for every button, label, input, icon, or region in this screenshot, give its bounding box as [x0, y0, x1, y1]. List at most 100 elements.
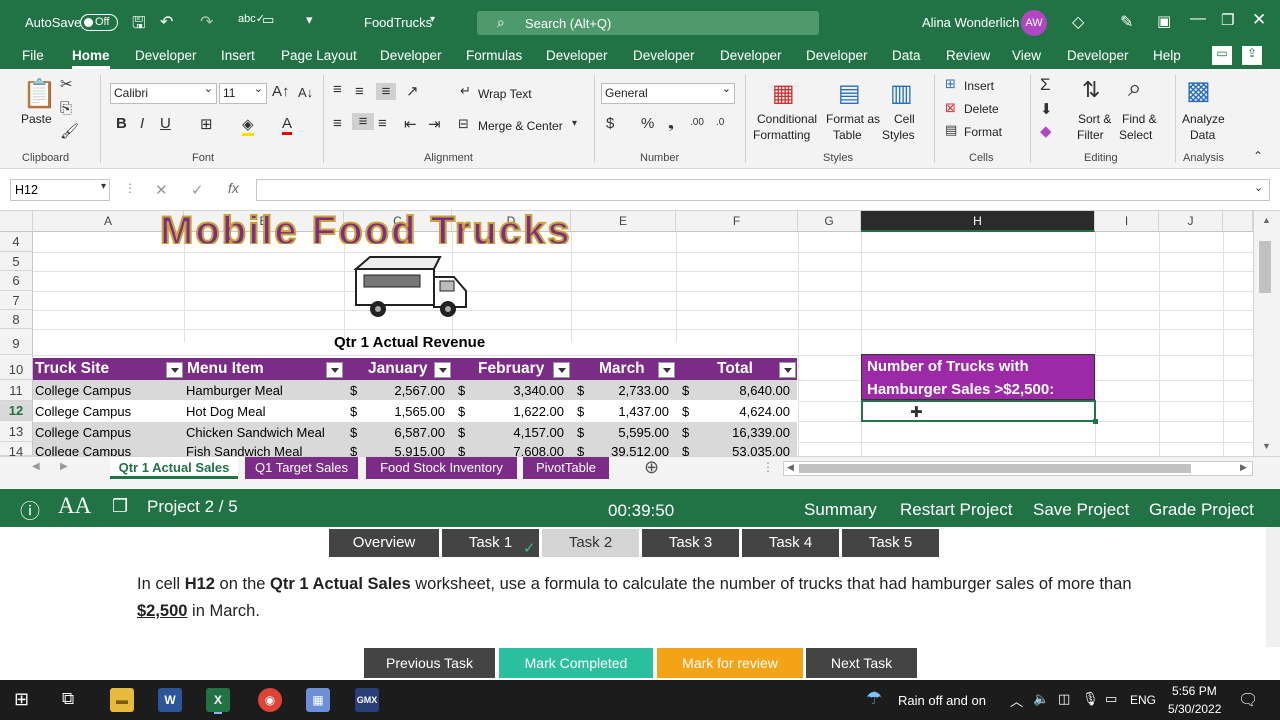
clear-icon[interactable]: ◆ [1040, 122, 1052, 140]
cell-item[interactable]: Hamburger Meal [186, 383, 283, 398]
customize-qat-icon[interactable]: ▾ [306, 12, 313, 28]
number-format-dropdown[interactable]: General [601, 80, 735, 104]
row-header[interactable]: 7 [0, 291, 33, 310]
scroll-right-icon[interactable]: ▶ [1240, 462, 1247, 473]
row-header[interactable]: 5 [0, 252, 33, 271]
chevron-down-icon[interactable]: ▾ [430, 14, 435, 25]
row-header[interactable]: 8 [0, 310, 33, 329]
cell-site[interactable]: College Campus [35, 404, 131, 419]
percent-icon[interactable]: % [641, 115, 654, 132]
next-sheet-icon[interactable]: ▶ [60, 461, 68, 472]
chrome-icon[interactable]: ◉ [258, 688, 282, 712]
increase-decimal-icon[interactable]: .00 [690, 117, 704, 128]
filter-dropdown-icon[interactable] [553, 362, 570, 378]
conditional-formatting-line1[interactable]: Conditional [757, 112, 817, 126]
delete-button[interactable]: Delete [964, 102, 999, 116]
cell-item[interactable]: Fish Sandwich Meal [186, 444, 302, 456]
sheet-tab-q1-target[interactable]: Q1 Target Sales [245, 457, 358, 479]
cut-icon[interactable]: ✂ [60, 75, 73, 93]
help-icon[interactable]: ⓘ [20, 495, 40, 524]
cell-jan[interactable]: 2,567.00 [365, 383, 445, 398]
word-icon[interactable]: W [158, 688, 182, 712]
redo-icon[interactable]: ↷ [200, 12, 213, 32]
tab-task4[interactable]: Task 4 [742, 529, 839, 557]
enter-icon[interactable]: ✓ [191, 181, 204, 199]
chevron-down-icon[interactable]: ▾ [572, 118, 577, 129]
cancel-icon[interactable]: ✕ [155, 181, 168, 199]
row-header[interactable]: 4 [0, 232, 33, 252]
analyze-data-line1[interactable]: Analyze [1182, 112, 1225, 126]
align-right-icon[interactable]: ≡ [378, 115, 387, 132]
sheet-tab-pivottable[interactable]: PivotTable [523, 457, 609, 479]
tab-developer[interactable]: Developer [633, 48, 695, 63]
sort-filter-line1[interactable]: Sort & [1078, 112, 1111, 126]
find-select-line2[interactable]: Select [1119, 128, 1152, 142]
cell-item[interactable]: Hot Dog Meal [186, 404, 265, 419]
tab-file[interactable]: File [22, 48, 44, 63]
decrease-indent-icon[interactable]: ⇤ [404, 115, 417, 133]
tab-insert[interactable]: Insert [221, 48, 255, 63]
tab-overview[interactable]: Overview [329, 529, 439, 557]
tab-review[interactable]: Review [946, 48, 990, 63]
tab-developer[interactable]: Developer [380, 48, 442, 63]
row-header[interactable]: 11 [0, 380, 33, 401]
wrap-text-button[interactable]: Wrap Text [478, 87, 532, 101]
fill-icon[interactable]: ⬇ [1040, 100, 1053, 118]
search-box[interactable]: ⌕ Search (Alt+Q) [477, 11, 819, 35]
tab-home[interactable]: Home [72, 48, 110, 69]
col-header-h[interactable]: H [861, 211, 1095, 232]
tab-page-layout[interactable]: Page Layout [281, 48, 357, 63]
copy-icon[interactable]: ⎘ [60, 100, 72, 117]
gmetrix-icon[interactable]: GMX [355, 688, 379, 712]
col-header-i[interactable]: I [1095, 211, 1159, 232]
summary-button[interactable]: Summary [804, 500, 877, 520]
underline-icon[interactable]: U [160, 115, 171, 132]
tab-help[interactable]: Help [1153, 48, 1181, 63]
windows-start-icon[interactable]: ⊞ [14, 689, 29, 710]
pen-icon[interactable]: ✎ [1120, 12, 1133, 32]
tab-developer[interactable]: Developer [546, 48, 608, 63]
filter-dropdown-icon[interactable] [434, 362, 451, 378]
filter-dropdown-icon[interactable] [166, 362, 183, 378]
minimize-icon[interactable]: — [1190, 10, 1206, 28]
find-select-line1[interactable]: Find & [1122, 112, 1157, 126]
filter-dropdown-icon[interactable] [326, 362, 343, 378]
cell-feb[interactable]: 1,622.00 [474, 404, 564, 419]
food-truck-image[interactable] [350, 251, 472, 321]
cell-mar[interactable]: 5,595.00 [592, 425, 669, 440]
fill-color-icon[interactable]: ◈ [242, 115, 254, 136]
expand-formula-icon[interactable]: ⌄ [1254, 181, 1263, 194]
insert-button[interactable]: Insert [964, 79, 994, 93]
avatar[interactable]: AW [1021, 10, 1047, 36]
cell-site[interactable]: College Campus [35, 444, 131, 456]
analyze-data-line2[interactable]: Data [1190, 128, 1215, 142]
mark-for-review-button[interactable]: Mark for review [657, 648, 803, 678]
format-painter-qat-icon[interactable]: ▭ [262, 12, 274, 28]
tab-developer[interactable]: Developer [135, 48, 197, 63]
tab-data[interactable]: Data [892, 48, 921, 63]
cell-total[interactable]: 4,624.00 [700, 404, 790, 419]
user-name[interactable]: Alina Wonderlich [922, 15, 1019, 30]
task-view-icon[interactable]: ⧉ [62, 689, 74, 709]
format-as-table-line1[interactable]: Format as [826, 112, 880, 126]
currency-icon[interactable]: $ [606, 115, 614, 132]
format-button[interactable]: Format [964, 125, 1002, 139]
prev-sheet-icon[interactable]: ◀ [32, 461, 40, 472]
cell-feb[interactable]: 4,157.00 [474, 425, 564, 440]
save-project-button[interactable]: Save Project [1033, 500, 1129, 520]
row-header[interactable]: 10 [0, 355, 33, 380]
tab-task5[interactable]: Task 5 [842, 529, 939, 557]
paste-button[interactable]: Paste [21, 112, 52, 126]
cell-styles-line1[interactable]: Cell [894, 112, 915, 126]
scroll-left-icon[interactable]: ◀ [787, 462, 794, 473]
tab-developer[interactable]: Developer [806, 48, 868, 63]
excel-icon[interactable]: X [206, 688, 230, 712]
previous-task-button[interactable]: Previous Task [364, 648, 495, 678]
cell-total[interactable]: 8,640.00 [700, 383, 790, 398]
filter-dropdown-icon[interactable] [658, 362, 675, 378]
worksheet-grid[interactable]: A B C D E F G H I J 4 5 6 7 8 9 10 11 12… [0, 211, 1280, 456]
row-header[interactable]: 6 [0, 271, 33, 291]
tab-task2[interactable]: Task 2 [542, 529, 639, 557]
row-header[interactable]: 9 [0, 329, 33, 355]
vertical-scrollbar[interactable]: ▲ ▼ [1253, 211, 1280, 456]
